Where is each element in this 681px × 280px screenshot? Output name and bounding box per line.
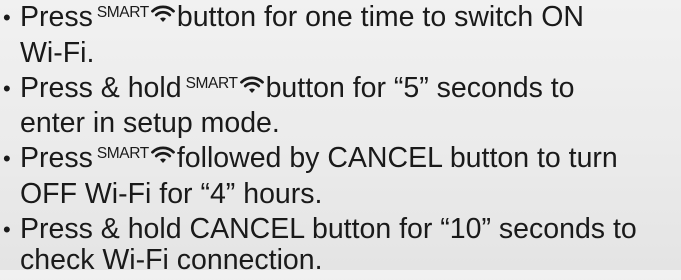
smart-label: SMART <box>96 145 149 162</box>
instruction-line-2: OFF Wi-Fi for “4” hours. <box>20 177 323 210</box>
bullet-icon: • <box>3 216 11 242</box>
wifi-icon <box>239 76 264 93</box>
instruction-line-2: Wi-Fi. <box>20 36 95 69</box>
instruction-line-1: Press & hold SMART button for “5” seconds … <box>20 72 681 109</box>
instruction-line-2: enter in setup mode. <box>20 107 280 139</box>
smart-label: SMART <box>185 74 238 92</box>
smart-button-symbol: SMART <box>97 145 175 179</box>
smart-button-symbol: SMART <box>186 75 264 109</box>
bullet-icon: • <box>3 5 11 30</box>
wifi-icon <box>150 146 175 163</box>
instruction-line-2: check Wi-Fi connection. <box>20 244 323 276</box>
instruction-line-1: Press SMART followed by CANCEL button to t… <box>20 142 681 179</box>
instruction-line-1: Press SMART button for one time to switch … <box>20 1 681 38</box>
instruction-list: • Press SMART button for one time to switc… <box>0 1 681 280</box>
smart-label: SMART <box>96 4 149 21</box>
bullet-icon: • <box>3 75 11 101</box>
instruction-item-check-connection: • Press & hold CANCEL button for “10” se… <box>0 212 681 277</box>
bullet-icon: • <box>3 146 11 171</box>
instruction-item-setup-mode: • Press & hold SMART button for “5” second… <box>0 72 681 140</box>
wifi-icon <box>150 5 175 22</box>
instruction-line-1: Press & hold CANCEL button for “10” seco… <box>20 212 637 245</box>
instruction-item-wifi-off: • Press SMART followed by CANCEL button to… <box>0 142 681 210</box>
instruction-item-wifi-on: • Press SMART button for one time to switc… <box>0 1 681 69</box>
smart-button-symbol: SMART <box>97 4 175 38</box>
